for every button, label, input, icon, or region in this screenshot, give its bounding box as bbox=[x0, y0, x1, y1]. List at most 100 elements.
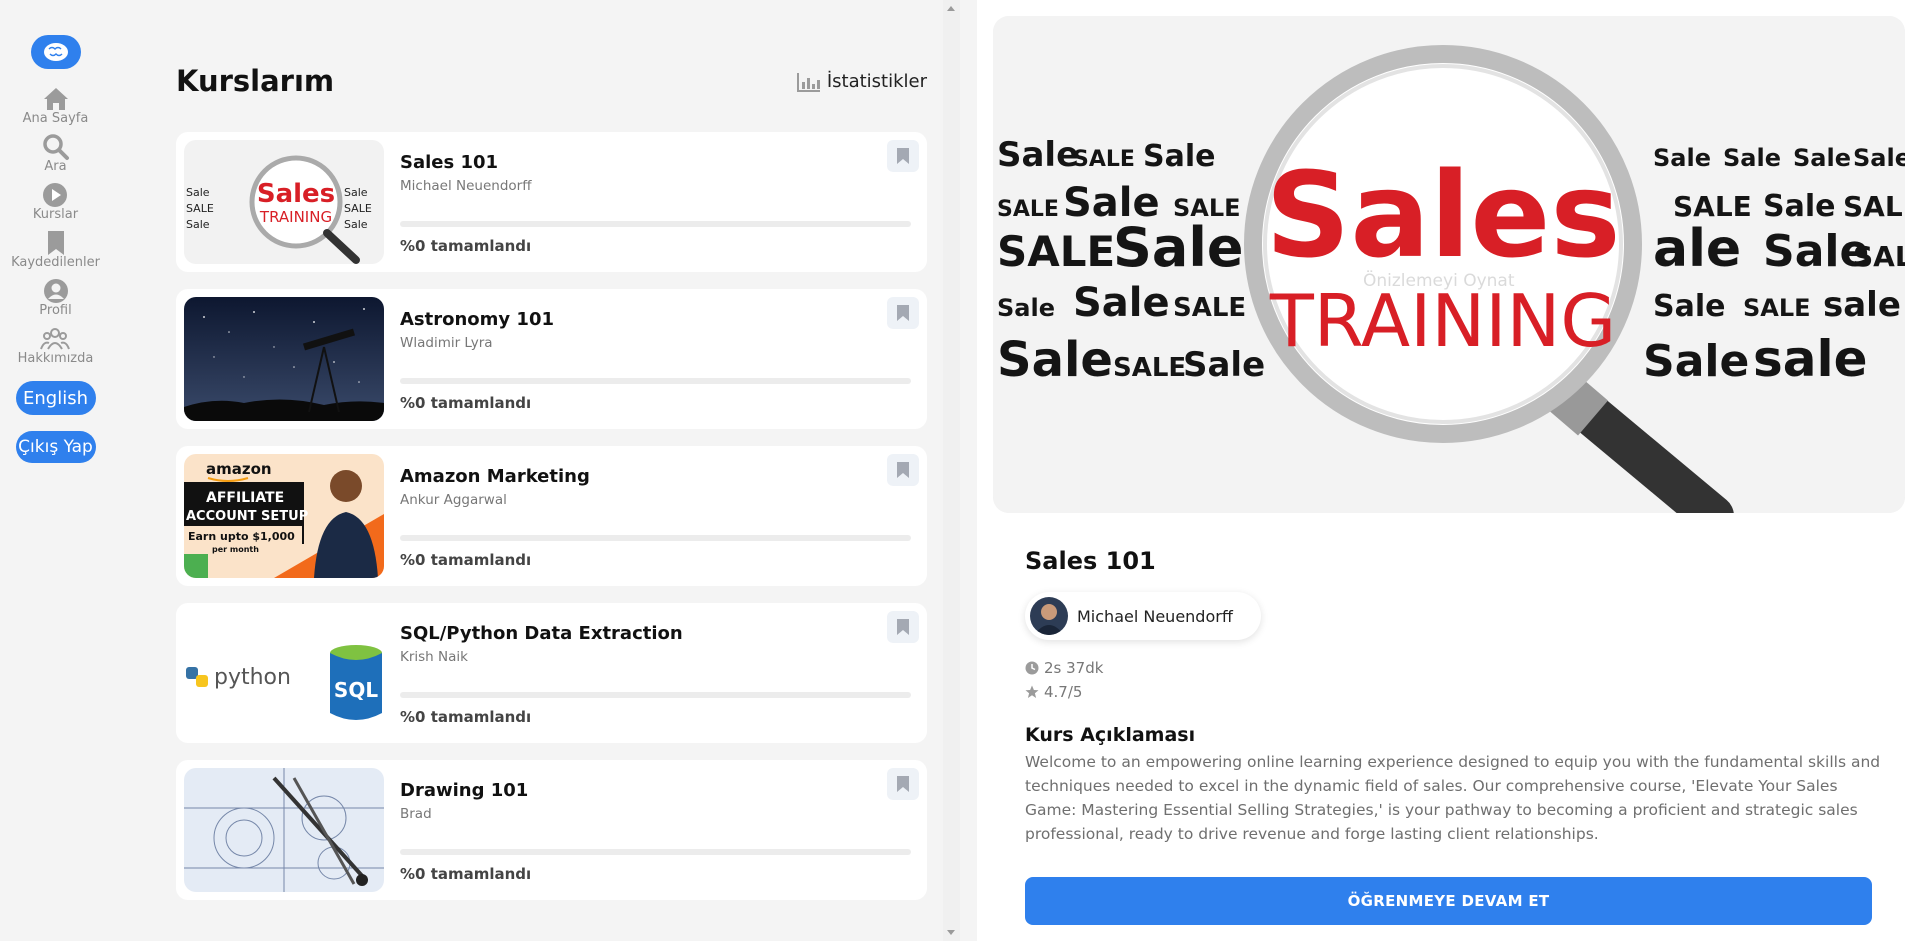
progress-text: %0 tamamlandı bbox=[400, 865, 532, 883]
sidebar-item-home[interactable]: Ana Sayfa bbox=[22, 83, 89, 131]
bookmark-icon bbox=[897, 305, 909, 321]
svg-text:SALE: SALE bbox=[997, 227, 1115, 276]
statistics-button[interactable]: İstatistikler bbox=[796, 71, 927, 92]
list-scrollbar[interactable] bbox=[943, 0, 960, 941]
bookmark-icon bbox=[897, 462, 909, 478]
svg-text:Sale: Sale bbox=[186, 218, 210, 231]
sidebar-item-label: Ana Sayfa bbox=[22, 111, 89, 126]
svg-text:SALE: SALE bbox=[1113, 353, 1186, 383]
avatar bbox=[1030, 597, 1068, 635]
sidebar-item-label: Kurslar bbox=[32, 207, 79, 222]
course-author: Krish Naik bbox=[400, 649, 468, 665]
svg-text:sale: sale bbox=[1753, 330, 1868, 388]
course-description: Welcome to an empowering online learning… bbox=[1025, 753, 1881, 843]
course-list: Sale SALE Sale Sale SALE Sale Sales TRAINING … bbox=[176, 132, 927, 917]
svg-text:Sale: Sale bbox=[1763, 189, 1835, 224]
svg-text:Sale: Sale bbox=[997, 294, 1055, 322]
progress-text: %0 tamamlandı bbox=[400, 237, 532, 255]
logout-button[interactable]: Çıkış Yap bbox=[15, 431, 96, 463]
hero-sub-text: TRAINING bbox=[1269, 279, 1616, 363]
instructor-chip[interactable]: Michael Neuendorff bbox=[1025, 592, 1261, 640]
instructor-name: Michael Neuendorff bbox=[1077, 606, 1233, 626]
course-card[interactable]: amazon AFFILIATE ACCOUNT SETUP Earn upto… bbox=[176, 446, 927, 586]
course-card[interactable]: Drawing 101 Brad %0 tamamlandı bbox=[176, 760, 927, 900]
course-thumbnail-sql-python: python SQL bbox=[184, 611, 384, 735]
thumb-training-word: TRAINING bbox=[259, 208, 332, 226]
statistics-label: İstatistikler bbox=[826, 71, 927, 92]
continue-learning-button[interactable]: ÖĞRENMEYE DEVAM ET bbox=[1025, 877, 1872, 925]
thumb-sql-word: SQL bbox=[334, 678, 378, 702]
svg-text:Sale: Sale bbox=[1653, 144, 1711, 172]
course-thumbnail-sales: Sale SALE Sale Sale SALE Sale Sales TRAINING bbox=[184, 140, 384, 264]
svg-text:Sale: Sale bbox=[1723, 144, 1781, 172]
svg-text:Sale: Sale bbox=[186, 186, 210, 199]
course-detail-title: Sales 101 bbox=[1025, 547, 1156, 575]
sidebar: Ana Sayfa Ara Kurslar Kaydedilenler Prof… bbox=[0, 0, 111, 941]
bookmark-button[interactable] bbox=[887, 611, 919, 643]
course-author: Michael Neuendorff bbox=[400, 178, 532, 194]
thumb-amazon-brand: amazon bbox=[206, 460, 272, 478]
svg-text:SALE: SALE bbox=[1843, 190, 1905, 223]
language-button[interactable]: English bbox=[15, 381, 96, 415]
sidebar-nav: Ana Sayfa Ara Kurslar Kaydedilenler Prof… bbox=[11, 83, 100, 371]
rating-value: 4.7/5 bbox=[1044, 683, 1083, 701]
progress-text: %0 tamamlandı bbox=[400, 708, 532, 726]
sidebar-item-profile[interactable]: Profil bbox=[39, 275, 72, 323]
svg-text:ale: ale bbox=[1653, 219, 1741, 279]
svg-text:sale: sale bbox=[1823, 285, 1901, 325]
bar-chart-icon bbox=[796, 72, 820, 92]
description-title: Kurs Açıklaması bbox=[1025, 724, 1196, 746]
svg-text:Sale: Sale bbox=[1073, 280, 1170, 326]
app-logo[interactable] bbox=[30, 35, 81, 69]
sidebar-item-label: Profil bbox=[39, 303, 72, 318]
course-card[interactable]: python SQL SQL/Python Data Extraction Kr… bbox=[176, 603, 927, 743]
svg-text:SALE: SALE bbox=[1073, 147, 1135, 172]
sidebar-item-about[interactable]: Hakkımızda bbox=[18, 323, 93, 371]
svg-text:Sale: Sale bbox=[344, 186, 368, 199]
course-thumbnail-drawing bbox=[184, 768, 384, 892]
svg-text:Sale: Sale bbox=[1853, 144, 1905, 172]
course-title: Drawing 101 bbox=[400, 780, 529, 801]
star-icon bbox=[1025, 685, 1039, 698]
sidebar-item-label: Ara bbox=[44, 159, 67, 174]
thumb-amazon-line3: Earn upto $1,000 bbox=[188, 530, 295, 543]
course-card[interactable]: Sale SALE Sale Sale SALE Sale Sales TRAINING … bbox=[176, 132, 927, 272]
bookmark-icon bbox=[897, 619, 909, 635]
hero-main-text: Sales bbox=[1265, 146, 1620, 284]
sidebar-item-courses[interactable]: Kurslar bbox=[33, 179, 78, 227]
svg-text:SALE: SALE bbox=[344, 202, 372, 215]
course-preview-video[interactable]: Sale SALE Sale SALE Sale SALE SALE Sale Sale S… bbox=[993, 16, 1905, 513]
bookmark-button[interactable] bbox=[887, 768, 919, 800]
duration-value: 2s 37dk bbox=[1044, 659, 1104, 677]
svg-text:SALE: SALE bbox=[1853, 240, 1905, 273]
course-author: Brad bbox=[400, 806, 432, 822]
scroll-up-arrow[interactable] bbox=[947, 6, 955, 11]
course-title: SQL/Python Data Extraction bbox=[400, 623, 683, 644]
sidebar-item-label: Kaydedilenler bbox=[11, 255, 100, 270]
course-title: Astronomy 101 bbox=[400, 309, 555, 330]
svg-text:SALE: SALE bbox=[997, 197, 1059, 222]
play-preview-label[interactable]: Önizlemeyi Oynat bbox=[1363, 271, 1515, 291]
svg-text:Sale: Sale bbox=[1653, 289, 1725, 324]
bookmark-button[interactable] bbox=[887, 454, 919, 486]
bookmark-button[interactable] bbox=[887, 140, 919, 172]
progress-bar bbox=[400, 692, 911, 698]
course-author: Ankur Aggarwal bbox=[400, 492, 507, 508]
progress-bar bbox=[400, 535, 911, 541]
course-thumbnail-astronomy bbox=[184, 297, 384, 421]
bookmark-button[interactable] bbox=[887, 297, 919, 329]
bookmark-icon bbox=[897, 776, 909, 792]
sidebar-item-search[interactable]: Ara bbox=[40, 131, 72, 179]
course-title: Sales 101 bbox=[400, 152, 499, 173]
svg-text:SALE: SALE bbox=[186, 202, 214, 215]
scroll-down-arrow[interactable] bbox=[947, 930, 955, 935]
brain-logo-icon bbox=[43, 43, 68, 61]
course-card[interactable]: Astronomy 101 Wladimir Lyra %0 tamamland… bbox=[176, 289, 927, 429]
progress-bar bbox=[400, 849, 911, 855]
svg-text:Sale: Sale bbox=[997, 135, 1079, 175]
thumb-amazon-line4: per month bbox=[212, 545, 259, 554]
course-duration: 2s 37dk bbox=[1025, 659, 1103, 677]
course-title: Amazon Marketing bbox=[400, 466, 590, 487]
sidebar-item-saved[interactable]: Kaydedilenler bbox=[11, 227, 100, 275]
progress-bar bbox=[400, 378, 911, 384]
